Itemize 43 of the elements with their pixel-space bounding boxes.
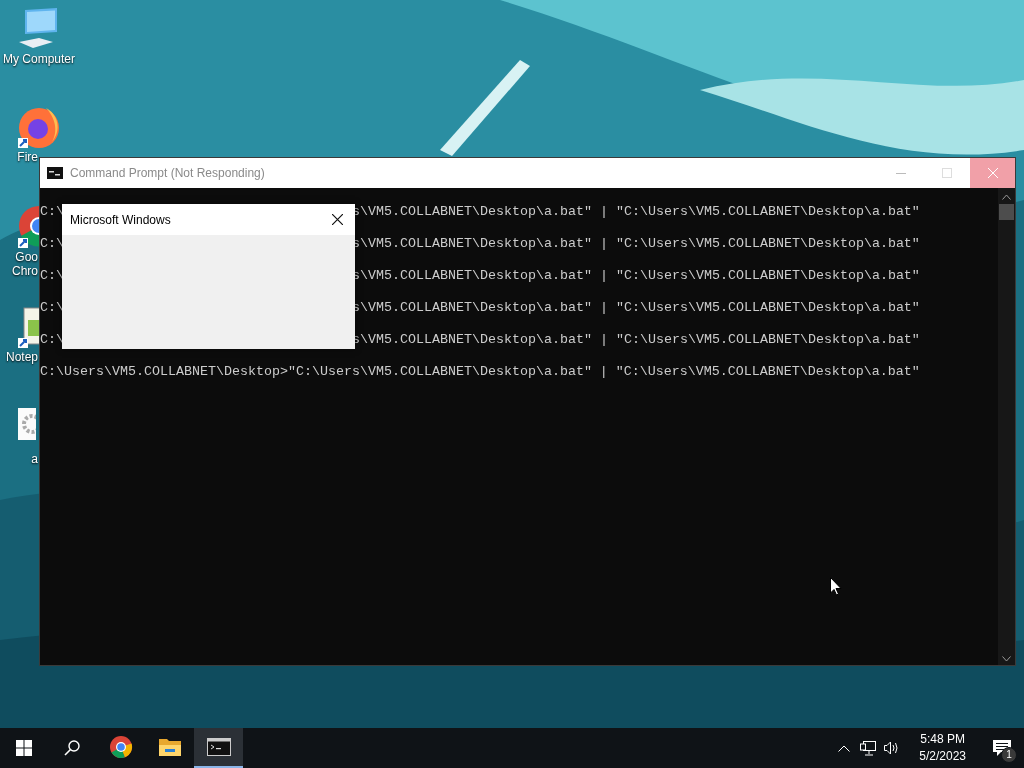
console-line: s\VM5.COLLABNET\Desktop\a.bat" | "C:\Users\VM5.COLLABNET\Desktop\a.bat" bbox=[352, 203, 920, 221]
desktop-icon-label[interactable]: Fire bbox=[17, 150, 38, 164]
console-line: s\VM5.COLLABNET\Desktop\a.bat" | "C:\Users\VM5.COLLABNET\Desktop\a.bat" bbox=[352, 299, 920, 317]
close-icon bbox=[331, 214, 343, 225]
console-line: C:\ bbox=[40, 299, 64, 317]
terminal-icon bbox=[47, 167, 63, 179]
clock-date: 5/2/2023 bbox=[919, 748, 966, 765]
desktop-icon-label[interactable]: Notep bbox=[5, 350, 38, 364]
notification-badge: 1 bbox=[1001, 747, 1017, 763]
cursor-icon bbox=[830, 577, 842, 596]
chrome-icon bbox=[108, 735, 133, 759]
scroll-down-icon bbox=[1002, 656, 1011, 662]
taskbar-app[interactable] bbox=[194, 728, 243, 768]
desktop-icon-label[interactable]: My Computer bbox=[3, 52, 75, 66]
desktop-icon-label[interactable]: Goo bbox=[15, 250, 38, 264]
console-line: C:\Users\VM5.COLLABNET\Desktop>"C:\Users\VM5.COLLABNET\Desktop\a.bat" | "C:\Users\VM5.COLLABNET\Desktop\a.bat" bbox=[40, 363, 920, 381]
scroll-thumb[interactable] bbox=[999, 204, 1014, 220]
windows-icon bbox=[16, 740, 32, 756]
notifications-button[interactable]: 1 bbox=[980, 728, 1024, 768]
dialog-title: Microsoft Windows bbox=[70, 211, 172, 229]
console-line: s\VM5.COLLABNET\Desktop\a.bat" | "C:\Users\VM5.COLLABNET\Desktop\a.bat" bbox=[352, 235, 920, 253]
network-icon bbox=[860, 740, 877, 756]
clock-time: 5:48 PM bbox=[920, 731, 965, 748]
volume-icon bbox=[884, 741, 900, 755]
minimize-icon bbox=[896, 172, 906, 174]
close-icon bbox=[987, 168, 998, 178]
console-line: C:\ bbox=[40, 331, 64, 349]
gear-file-icon bbox=[16, 406, 36, 442]
console-line: C:\ bbox=[40, 203, 64, 221]
console-line: C:\ bbox=[40, 267, 64, 285]
desktop-icon-label[interactable]: a bbox=[31, 452, 38, 466]
console-line: s\VM5.COLLABNET\Desktop\a.bat" | "C:\Users\VM5.COLLABNET\Desktop\a.bat" bbox=[352, 267, 920, 285]
terminal-icon bbox=[206, 738, 231, 756]
clock[interactable]: 5:48 PM 5/2/2023 bbox=[911, 731, 974, 765]
console-line: C:\ bbox=[40, 235, 64, 253]
search-icon bbox=[64, 740, 80, 756]
window-title: Command Prompt (Not Responding) bbox=[70, 165, 265, 182]
console-line: s\VM5.COLLABNET\Desktop\a.bat" | "C:\Users\VM5.COLLABNET\Desktop\a.bat" bbox=[352, 331, 920, 349]
folder-icon bbox=[157, 736, 182, 758]
desktop-icon-label[interactable]: Chro bbox=[12, 264, 38, 278]
chevron-up-icon bbox=[838, 744, 851, 752]
maximize-icon bbox=[942, 168, 952, 178]
scroll-up-icon bbox=[1002, 194, 1011, 200]
